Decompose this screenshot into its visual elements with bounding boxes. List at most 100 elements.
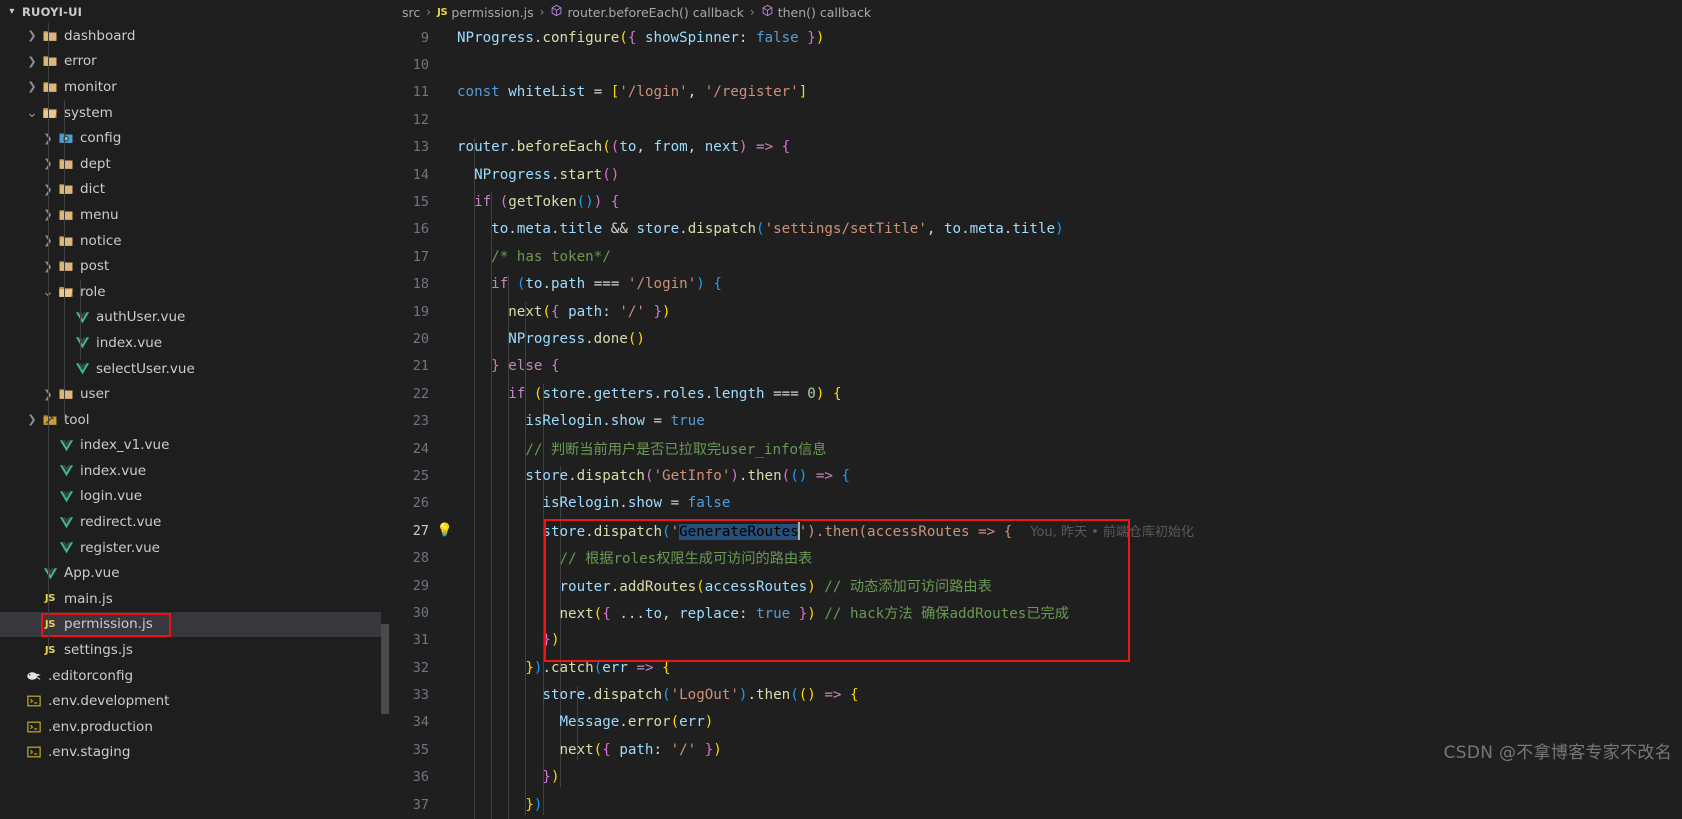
tree-item-monitor[interactable]: ❯ monitor [0,74,381,100]
tree-item-post[interactable]: ❯post [0,253,381,279]
chevron-right-icon[interactable]: ❯ [24,412,40,428]
tree-item-menu[interactable]: ❯menu [0,202,381,228]
tree-item-index-vue[interactable]: index.vue [0,458,381,484]
code-line[interactable]: 19 next({ path: '/' }) [381,298,1682,325]
code-line[interactable]: 13 router.beforeEach((to, from, next) => … [381,134,1682,161]
tree-item-system[interactable]: ⌄ system [0,100,381,126]
code-line[interactable]: 21 } else { [381,353,1682,380]
tree-item-label: index_v1.vue [80,437,170,454]
breadcrumb-item[interactable]: src [402,5,420,20]
code-line[interactable]: 31 }) [381,627,1682,654]
tree-item-main-js[interactable]: JS main.js [0,586,381,612]
vue-icon [56,514,76,530]
code-line[interactable]: 30 next({ ...to, replace: true }) // hac… [381,599,1682,626]
chevron-down-icon: ▾ [9,6,15,17]
folder-icon [40,79,60,95]
tree-item-authuser-vue[interactable]: authUser.vue [0,305,381,331]
code-line[interactable]: 26 isRelogin.show = false [381,490,1682,517]
tree-item-label: config [80,130,122,147]
line-number: 23 [412,413,429,430]
code-line[interactable]: 33 store.dispatch('LogOut').then(() => { [381,681,1682,708]
code-line[interactable]: 28 // 根据roles权限生成可访问的路由表 [381,544,1682,571]
line-number: 24 [412,440,429,457]
tree-item-redirect-vue[interactable]: redirect.vue [0,509,381,535]
code-line[interactable]: 25 store.dispatch('GetInfo').then(() => … [381,462,1682,489]
code-line[interactable]: 9 NProgress.configure({ showSpinner: fals… [381,24,1682,51]
code-editor[interactable]: 9 NProgress.configure({ showSpinner: fals… [381,24,1682,819]
tree-item-env-staging[interactable]: .env.staging [0,740,381,766]
tree-item-dept[interactable]: ❯dept [0,151,381,177]
tree-item-env-production[interactable]: .env.production [0,714,381,740]
lightbulb-icon[interactable]: 💡 [437,524,453,537]
tree-item-register-vue[interactable]: register.vue [0,535,381,561]
code-line[interactable]: 15 if (getToken()) { [381,188,1682,215]
chevron-down-icon[interactable]: ⌄ [24,105,40,121]
tree-indent-guide [80,280,81,360]
editor-scroll-marker[interactable] [381,624,389,714]
code-line-text: }) [525,796,543,813]
explorer-root-title[interactable]: ▾ RUOYI-UI [0,0,381,23]
code-line[interactable]: 20 NProgress.done() [381,325,1682,352]
code-line-text: router.beforeEach((to, from, next) => { [457,139,791,156]
code-line[interactable]: 24 // 判断当前用户是否已拉取完user_info信息 [381,435,1682,462]
breadcrumb-item[interactable]: then() callback [761,4,871,20]
code-line[interactable]: 37 }) [381,791,1682,818]
tree-item-label: monitor [64,78,117,95]
tree-item-label: .env.production [48,718,153,735]
code-line[interactable]: 23 isRelogin.show = true [381,407,1682,434]
code-line[interactable]: 16 to.meta.title && store.dispatch('sett… [381,216,1682,243]
code-line[interactable]: 12 [381,106,1682,133]
tree-item-login-vue[interactable]: login.vue [0,484,381,510]
chevron-right-icon[interactable]: ❯ [24,79,40,95]
code-line[interactable]: 14 NProgress.start() [381,161,1682,188]
tree-item-user[interactable]: ❯user [0,381,381,407]
vue-icon [56,488,76,504]
tree-item-index-vue[interactable]: index.vue [0,330,381,356]
tree-item-settings-js[interactable]: JS settings.js [0,637,381,663]
line-number: 11 [412,84,429,101]
tree-item-permission-js[interactable]: JS permission.js [0,611,381,638]
tree-item-dict[interactable]: ❯dict [0,177,381,203]
code-line[interactable]: 32 }).catch(err => { [381,654,1682,681]
tree-item-editorconfig[interactable]: .editorconfig [0,663,381,689]
tree-item-label: menu [80,206,119,223]
tree-item-selectuser-vue[interactable]: selectUser.vue [0,356,381,382]
code-line-text: next({ path: '/' }) [559,741,722,758]
tree-item-error[interactable]: ❯ error [0,49,381,75]
folder-config-icon [56,130,76,146]
js-icon: JS [44,618,56,630]
line-number: 12 [412,111,429,128]
chevron-right-icon[interactable]: ❯ [24,28,40,44]
code-line[interactable]: 34 Message.error(err) [381,709,1682,736]
code-line[interactable]: 36 }) [381,764,1682,791]
code-line-text: }) [542,632,560,649]
code-line[interactable]: 29 router.addRoutes(accessRoutes) // 动态添… [381,572,1682,599]
code-line-text: NProgress.configure({ showSpinner: false… [457,29,825,46]
breadcrumb[interactable]: src › JS permission.js › router.beforeEach() … [381,0,1682,24]
tree-item-config[interactable]: ❯config [0,125,381,151]
tree-item-label: dept [80,155,111,172]
tree-item-app-vue[interactable]: App.vue [0,560,381,586]
tree-item-dashboard[interactable]: ❯ dashboard [0,23,381,49]
code-line[interactable]: 11 const whiteList = ['/login', '/registe… [381,79,1682,106]
code-lines: 9 NProgress.configure({ showSpinner: fals… [381,24,1682,819]
code-line-text: router.addRoutes(accessRoutes) // 动态添加可访… [559,578,992,595]
tree-item-role[interactable]: ⌄role [0,279,381,305]
code-line[interactable]: 10 [381,51,1682,78]
line-number: 28 [412,550,429,567]
tree-item-env-development[interactable]: .env.development [0,688,381,714]
tree-item-notice[interactable]: ❯notice [0,228,381,254]
tree-item-tool[interactable]: ❯ tool [0,407,381,433]
code-line[interactable]: 17 /* has token*/ [381,243,1682,270]
line-number: 18 [412,276,429,293]
breadcrumb-item[interactable]: JS permission.js [437,5,534,20]
tree-item-index-v1-vue[interactable]: index_v1.vue [0,433,381,459]
code-line[interactable]: 18 if (to.path === '/login') { [381,271,1682,298]
code-line[interactable]: 27 💡 store.dispatch('GenerateRoutes').the… [381,517,1682,544]
breadcrumb-item[interactable]: router.beforeEach() callback [550,4,744,20]
breadcrumb-label: permission.js [451,4,534,20]
code-line[interactable]: 22 if (store.getters.roles.length === 0)… [381,380,1682,407]
chevron-right-icon[interactable]: ❯ [24,53,40,69]
watermark-text: CSDN @不拿博客专家不改名 [1443,743,1672,763]
